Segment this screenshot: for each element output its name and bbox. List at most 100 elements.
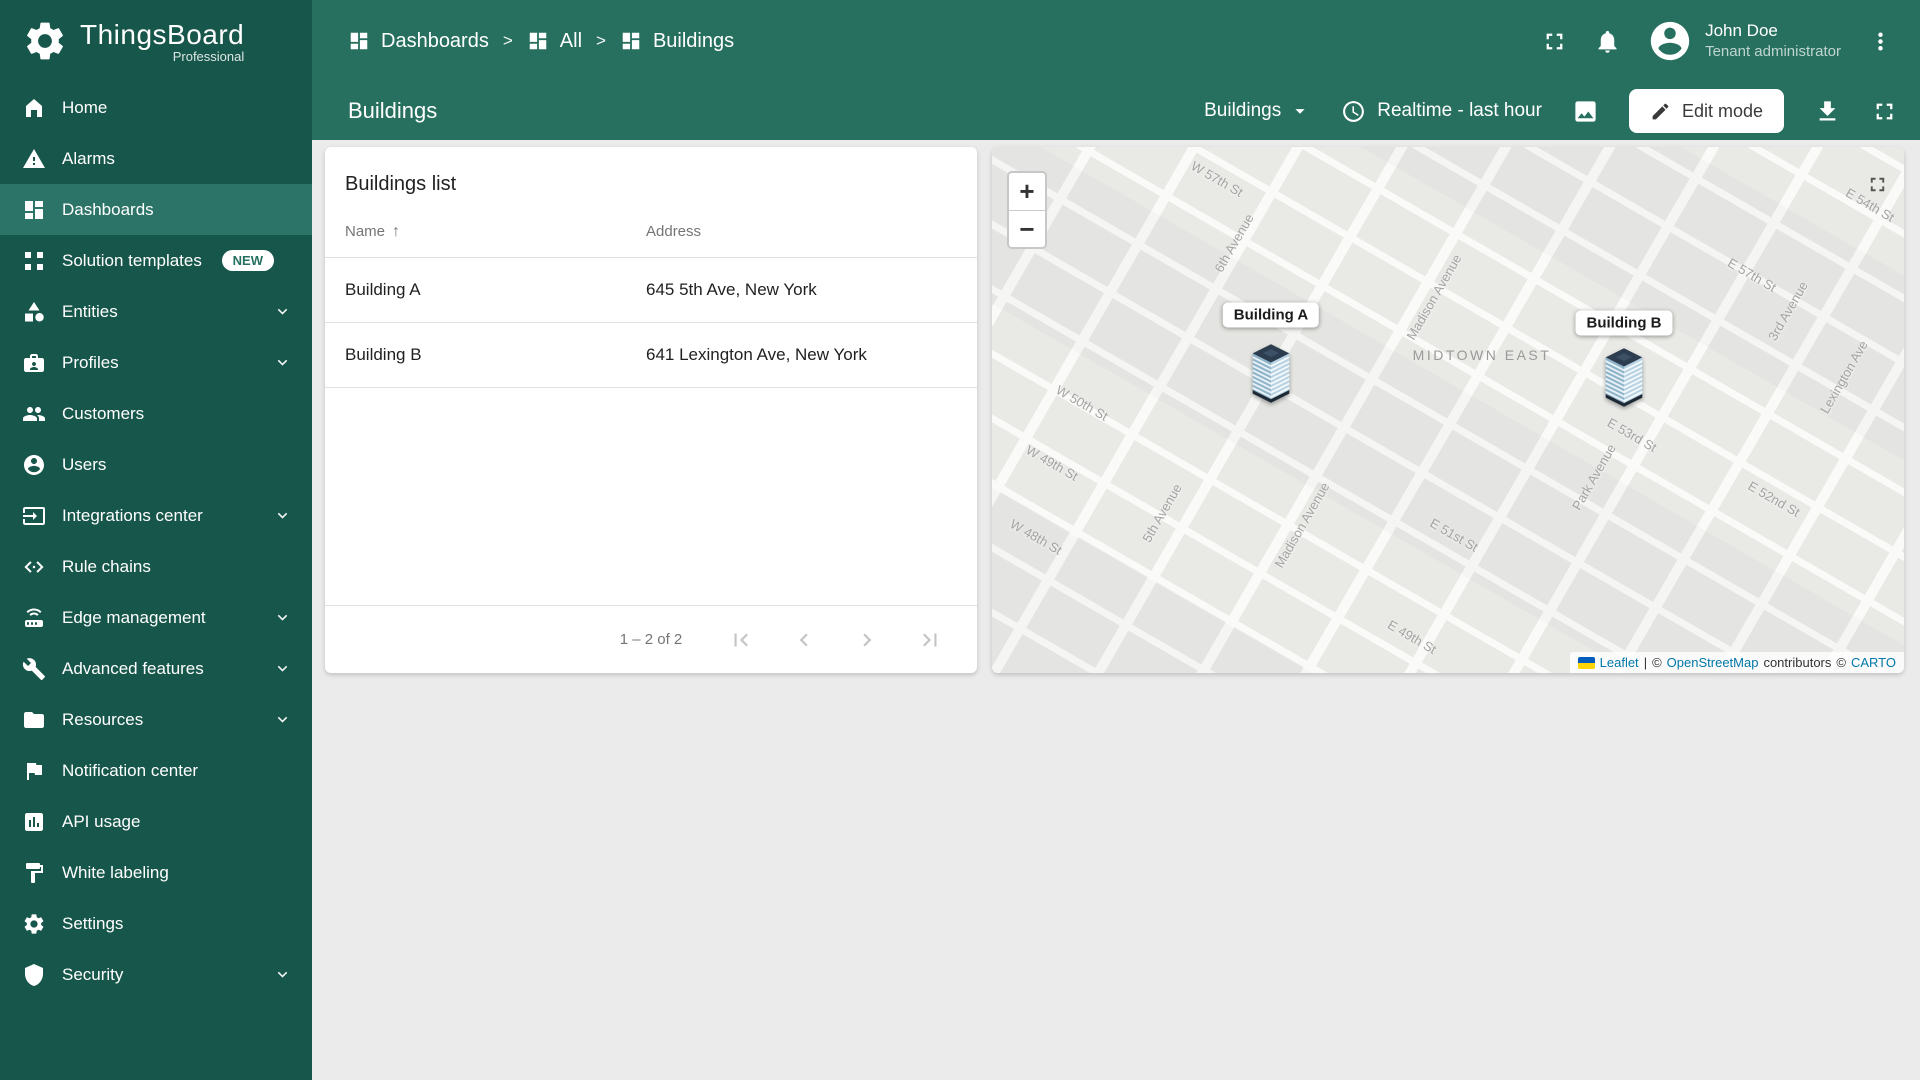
pencil-icon [1650,101,1671,122]
sidebar-nav: Home Alarms Dashboards Solution templates NE… [0,82,312,1000]
column-header-name[interactable]: Name ↑ [345,223,646,241]
building-marker-icon[interactable] [1249,343,1293,404]
sidebar-item-edge-management[interactable]: Edge management [0,592,312,643]
map-zoom-control: + − [1007,171,1047,249]
users-icon [22,453,46,477]
dashboards-icon [22,198,46,222]
sidebar-item-label: API usage [62,811,141,831]
sidebar-item-notification-center[interactable]: Notification center [0,745,312,796]
edit-mode-button[interactable]: Edit mode [1628,89,1784,133]
sidebar-item-home[interactable]: Home [0,82,312,133]
table-row-building-b[interactable]: Building B 641 Lexington Ave, New York [325,323,977,388]
app-root: ThingsBoard Professional Home Alarms Dashb… [0,0,1920,1080]
sidebar-item-dashboards[interactable]: Dashboards [0,184,312,235]
top-header: Dashboards > All > Buildings John Doe Tenant… [312,0,1920,82]
table-row-building-a[interactable]: Building A 645 5th Ave, New York [325,258,977,323]
sidebar-item-label: Home [62,97,108,117]
sidebar-item-alarms[interactable]: Alarms [0,133,312,184]
sidebar-item-security[interactable]: Security [0,949,312,1000]
map-attribution: Leaflet | © OpenStreetMap contributors ©… [1569,652,1904,673]
sidebar-item-solution-templates[interactable]: Solution templates NEW [0,235,312,286]
table-header: Name ↑ Address [325,206,977,258]
dashboard-fullscreen-button[interactable] [1871,98,1898,125]
breadcrumb-item-all[interactable]: All [527,30,582,53]
attribution-copyright: © [1652,655,1662,670]
export-download-button[interactable] [1814,98,1841,125]
dashboard-state-selector[interactable]: Buildings [1204,100,1311,122]
thingsboard-gear-logo-icon [22,18,68,64]
ukraine-flag-icon [1577,656,1595,669]
zoom-in-button[interactable]: + [1009,173,1045,210]
app-logo[interactable]: ThingsBoard Professional [0,0,312,82]
leaflet-link[interactable]: Leaflet [1600,655,1639,670]
marker-label-building-b[interactable]: Building B [1575,310,1673,336]
sidebar: ThingsBoard Professional Home Alarms Dashb… [0,0,312,1080]
app-name: ThingsBoard [80,18,245,50]
sidebar-item-integrations-center[interactable]: Integrations center [0,490,312,541]
chevron-down-icon [273,302,292,321]
table-body: Building A 645 5th Ave, New York Building … [325,258,977,388]
main-column: Dashboards > All > Buildings John Doe Tenant… [312,0,1920,1080]
sidebar-item-customers[interactable]: Customers [0,388,312,439]
timewindow-button[interactable]: Realtime - last hour [1341,99,1542,124]
openstreetmap-link[interactable]: OpenStreetMap [1667,655,1759,670]
sidebar-item-api-usage[interactable]: API usage [0,796,312,847]
notifications-bell-button[interactable] [1594,28,1621,55]
sidebar-item-label: Profiles [62,352,119,372]
rule-chains-icon [22,555,46,579]
cell-address: 641 Lexington Ave, New York [646,345,867,364]
next-page-button[interactable] [854,627,880,653]
sidebar-item-white-labeling[interactable]: White labeling [0,847,312,898]
map-canvas[interactable]: W 57th St 6th Avenue E 54th St E 57th St 3rd… [992,147,1904,673]
last-page-button[interactable] [917,627,943,653]
street-label: W 50th St [1053,382,1111,424]
sidebar-item-rule-chains[interactable]: Rule chains [0,541,312,592]
widget-title: Buildings list [345,173,457,195]
buildings-list-widget: Buildings list Name ↑ Address Building A… [325,147,977,673]
sidebar-item-label: Integrations center [62,505,203,525]
more-menu-button[interactable] [1867,28,1894,55]
column-header-address[interactable]: Address [646,223,957,240]
street-label: W 49th St [1023,442,1081,484]
sidebar-item-label: Notification center [62,760,199,780]
sidebar-item-entities[interactable]: Entities [0,286,312,337]
sidebar-item-resources[interactable]: Resources [0,694,312,745]
sidebar-item-label: Security [62,964,124,984]
sidebar-item-label: Entities [62,301,118,321]
previous-page-button[interactable] [791,627,817,653]
user-menu[interactable]: John Doe Tenant administrator [1647,18,1841,64]
avatar-icon [1647,18,1693,64]
sidebar-item-profiles[interactable]: Profiles [0,337,312,388]
sidebar-item-label: Users [62,454,107,474]
home-icon [22,96,46,120]
first-page-button[interactable] [728,627,754,653]
street-label: Park Avenue [1569,441,1619,513]
breadcrumb-item-dashboards[interactable]: Dashboards [348,30,489,53]
user-name: John Doe [1705,21,1778,41]
building-marker-icon[interactable] [1602,347,1646,408]
street-label: E 51st St [1427,515,1481,555]
breadcrumb-item-buildings[interactable]: Buildings [620,30,734,53]
sidebar-item-advanced-features[interactable]: Advanced features [0,643,312,694]
map-fullscreen-button[interactable] [1866,173,1889,196]
street-label: Madison Avenue [1271,479,1333,571]
breadcrumb-label: Dashboards [381,29,489,52]
sidebar-item-users[interactable]: Users [0,439,312,490]
edit-mode-label: Edit mode [1681,100,1763,121]
solution-templates-icon [22,249,46,273]
timewindow-label: Realtime - last hour [1377,100,1542,121]
zoom-out-button[interactable]: − [1009,210,1045,247]
street-label: E 52nd St [1745,478,1803,520]
carto-link[interactable]: CARTO [1851,655,1896,670]
fullscreen-button[interactable] [1541,28,1568,55]
street-label: E 49th St [1385,617,1439,657]
pagination-nav [728,627,943,653]
state-selector-label: Buildings [1204,100,1282,121]
district-label: MIDTOWN EAST [1412,347,1552,363]
marker-label-building-a[interactable]: Building A [1222,302,1320,328]
street-label: W 57th St [1188,158,1246,200]
image-gallery-button[interactable] [1572,98,1599,125]
sidebar-item-settings[interactable]: Settings [0,898,312,949]
sidebar-item-label: Dashboards [62,199,154,219]
white-labeling-icon [22,861,46,885]
